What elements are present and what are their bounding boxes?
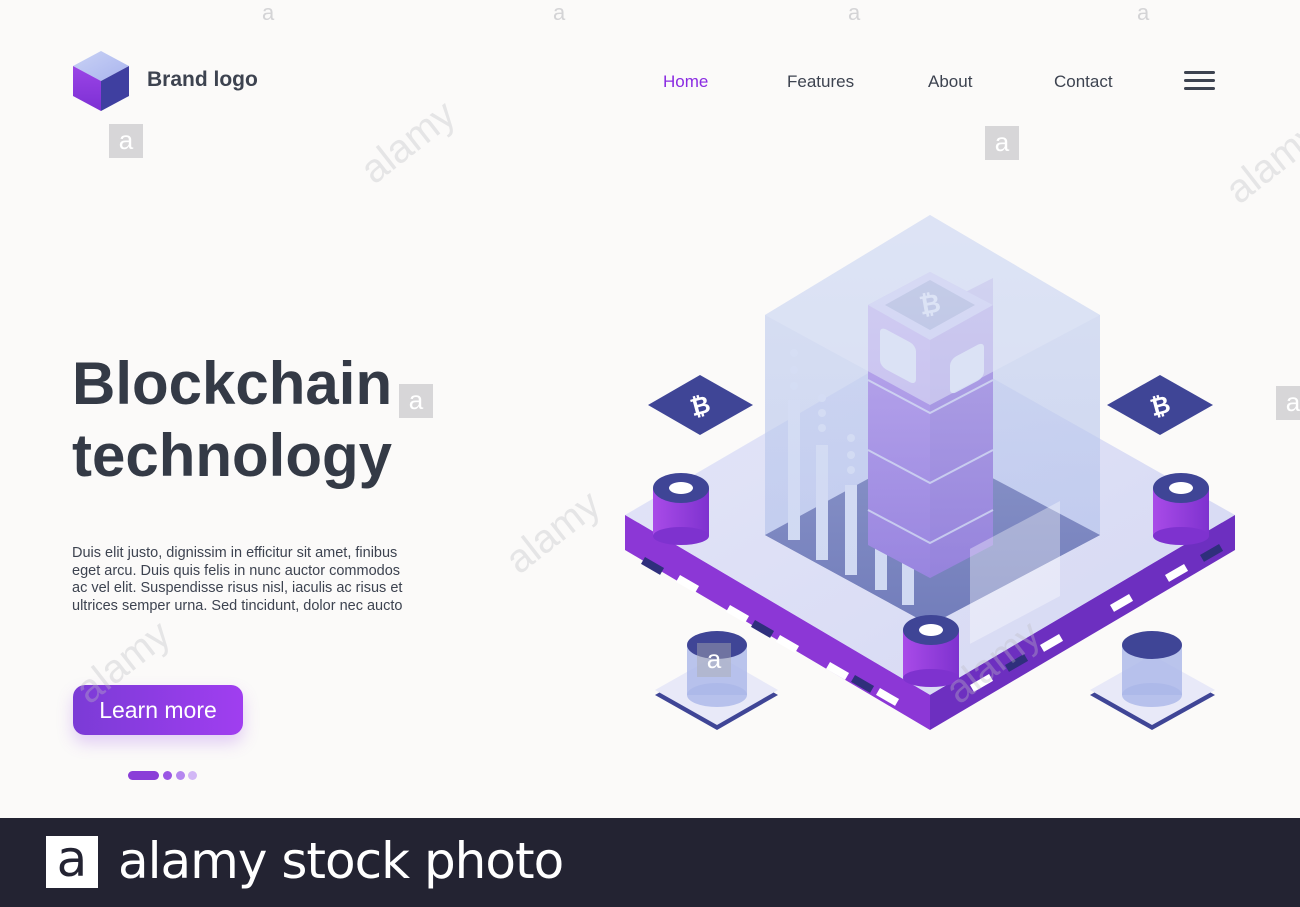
pagination-dot[interactable] [188,771,197,780]
hamburger-menu-icon[interactable] [1184,71,1215,91]
page-title: Blockchain technology [72,348,452,492]
nav-about[interactable]: About [928,72,972,92]
watermark-letter: a [1137,0,1150,25]
watermark-box: a [697,643,731,677]
pagination-dot-active[interactable] [128,771,159,780]
brand-logo-text[interactable]: Brand logo [147,68,258,92]
title-line-2: technology [72,422,393,489]
cylinder-right [1153,473,1209,545]
cube-logo-icon[interactable] [72,50,130,112]
watermark-box: a [399,384,433,418]
cylinder-left [653,473,709,545]
nav-contact[interactable]: Contact [1054,72,1113,92]
watermark-letter: a [553,0,566,25]
watermark-letter: a [262,0,275,25]
nav-features[interactable]: Features [787,72,854,92]
hero-description: Duis elit justo, dignissim in efficitur … [72,545,403,614]
watermark-box: a [1276,386,1300,420]
pagination-dot[interactable] [163,771,172,780]
pagination-dot[interactable] [176,771,185,780]
watermark-box: a [985,126,1019,160]
watermark-diagonal: alamy [1217,111,1300,213]
nav-home[interactable]: Home [663,72,708,92]
watermark-diagonal: alamy [497,481,609,583]
title-line-1: Blockchain [72,350,393,417]
alamy-logo-icon: a [46,834,98,888]
landing-page: Brand logo Home Features About Contact B… [0,0,1300,818]
stock-photo-footer-text: alamy stock photo [118,832,564,890]
watermark-diagonal: alamy [352,91,464,193]
watermark-box: a [109,124,143,158]
watermark-letter: a [848,0,861,25]
